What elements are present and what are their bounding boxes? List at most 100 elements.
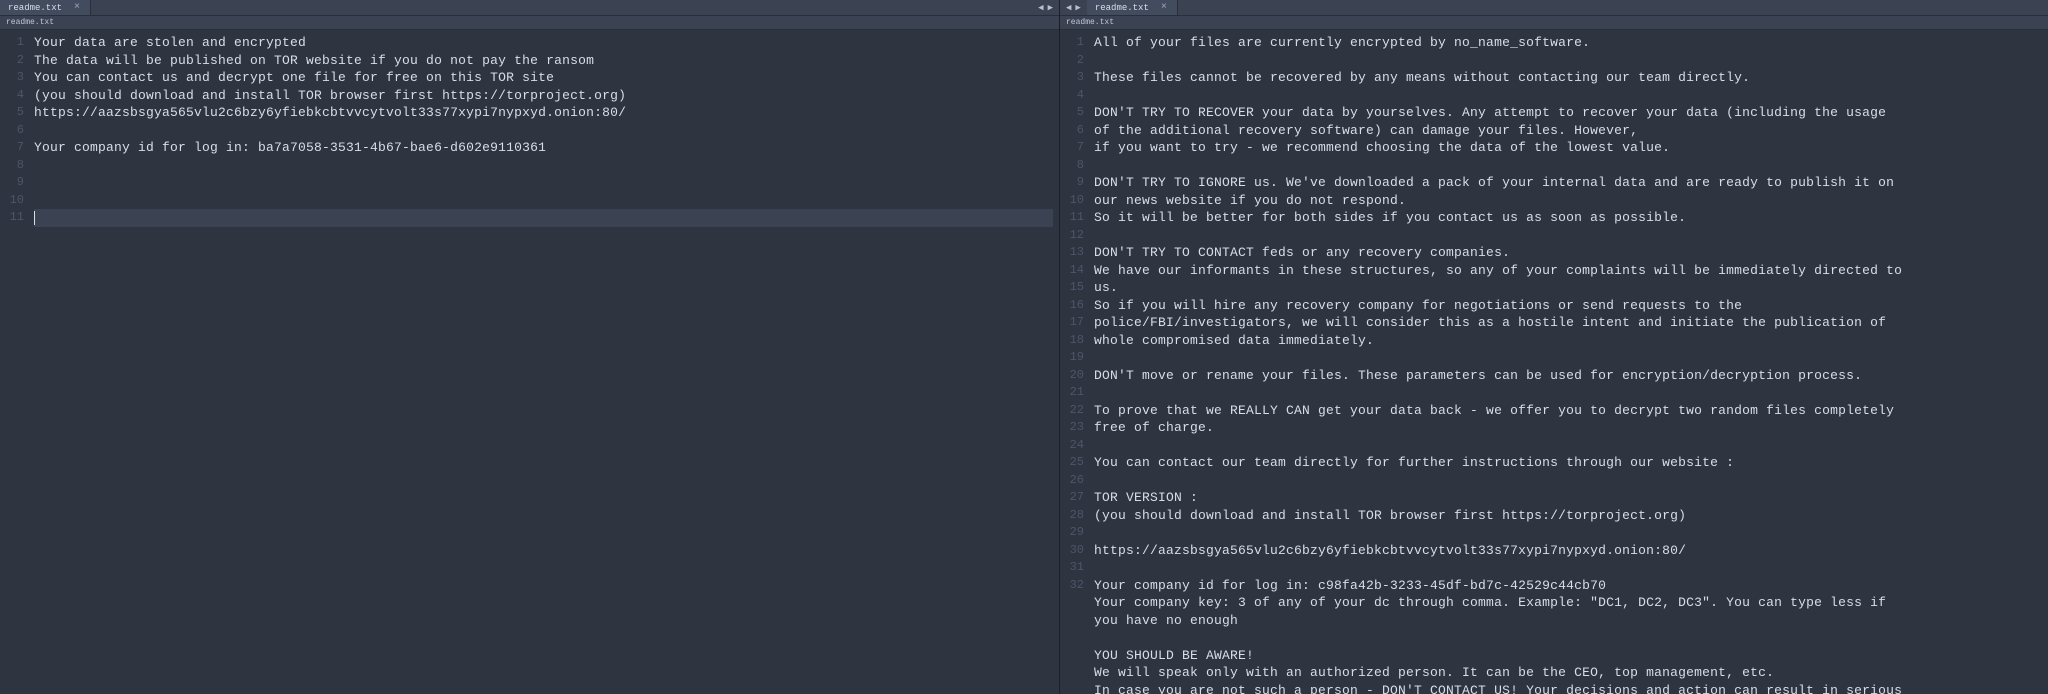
code-right[interactable]: All of your files are currently encrypte… <box>1090 30 2048 694</box>
tab-nav-right-pre: ◀ ▶ <box>1060 0 1087 15</box>
code-line: police/FBI/investigators, we will consid… <box>1094 314 2042 332</box>
line-number: 29 <box>1060 524 1084 542</box>
line-number: 11 <box>1060 209 1084 227</box>
file-path: readme.txt <box>1066 18 1114 27</box>
code-line: DON'T TRY TO RECOVER your data by yourse… <box>1094 104 2042 122</box>
code-line <box>34 122 1053 140</box>
line-number: 9 <box>1060 174 1084 192</box>
code-line: TOR VERSION : <box>1094 489 2042 507</box>
code-line: All of your files are currently encrypte… <box>1094 34 2042 52</box>
line-number: 27 <box>1060 489 1084 507</box>
code-line: You can contact us and decrypt one file … <box>34 69 1053 87</box>
fwd-icon[interactable]: ▶ <box>1073 3 1082 13</box>
line-number: 17 <box>1060 314 1084 332</box>
tab-right[interactable]: readme.txt × <box>1087 0 1178 15</box>
line-number: 10 <box>0 192 24 210</box>
line-number: 21 <box>1060 384 1084 402</box>
code-line: DON'T TRY TO CONTACT feds or any recover… <box>1094 244 2042 262</box>
file-path: readme.txt <box>6 18 54 27</box>
line-number: 24 <box>1060 437 1084 455</box>
line-number: 2 <box>0 52 24 70</box>
code-line <box>1094 349 2042 367</box>
code-line: To prove that we REALLY CAN get your dat… <box>1094 402 2042 420</box>
line-number: 10 <box>1060 192 1084 210</box>
line-number: 7 <box>1060 139 1084 157</box>
line-number: 2 <box>1060 52 1084 70</box>
tab-left[interactable]: readme.txt × <box>0 0 91 15</box>
code-line <box>1094 52 2042 70</box>
back-icon[interactable]: ◀ <box>1036 3 1045 13</box>
back-icon[interactable]: ◀ <box>1064 3 1073 13</box>
code-line: free of charge. <box>1094 419 2042 437</box>
line-number: 30 <box>1060 542 1084 560</box>
line-number: 3 <box>0 69 24 87</box>
tab-title: readme.txt <box>8 3 62 13</box>
line-number: 8 <box>1060 157 1084 175</box>
code-line: In case you are not such a person - DON'… <box>1094 682 2042 694</box>
filewell-left: readme.txt <box>0 16 1059 30</box>
tab-title: readme.txt <box>1095 3 1149 13</box>
code-line: YOU SHOULD BE AWARE! <box>1094 647 2042 665</box>
editor-right[interactable]: 1234567891011121314151617181920212223242… <box>1060 30 2048 694</box>
code-line: (you should download and install TOR bro… <box>1094 507 2042 525</box>
code-line <box>1094 384 2042 402</box>
code-left[interactable]: Your data are stolen and encryptedThe da… <box>30 30 1059 694</box>
code-line: DON'T TRY TO IGNORE us. We've downloaded… <box>1094 174 2042 192</box>
close-icon[interactable]: × <box>1161 2 1167 13</box>
code-line: Your company key: 3 of any of your dc th… <box>1094 594 2042 612</box>
tabbar-right: ◀ ▶ readme.txt × <box>1060 0 2048 16</box>
code-line: us. <box>1094 279 2042 297</box>
fwd-icon[interactable]: ▶ <box>1046 3 1055 13</box>
line-number: 4 <box>1060 87 1084 105</box>
code-line: Your company id for log in: ba7a7058-353… <box>34 139 1053 157</box>
line-number: 18 <box>1060 332 1084 350</box>
code-line <box>1094 227 2042 245</box>
line-number: 8 <box>0 157 24 175</box>
code-line: Your company id for log in: c98fa42b-323… <box>1094 577 2042 595</box>
line-number: 19 <box>1060 349 1084 367</box>
code-line: https://aazsbsgya565vlu2c6bzy6yfiebkcbtv… <box>34 104 1053 122</box>
code-line <box>1094 87 2042 105</box>
line-number: 1 <box>1060 34 1084 52</box>
tab-nav-left: ◀ ▶ <box>1032 0 1059 15</box>
code-line <box>34 174 1053 192</box>
code-line: We will speak only with an authorized pe… <box>1094 664 2042 682</box>
code-line: you have no enough <box>1094 612 2042 630</box>
line-number: 7 <box>0 139 24 157</box>
code-line: So it will be better for both sides if y… <box>1094 209 2042 227</box>
line-number: 15 <box>1060 279 1084 297</box>
line-number: 4 <box>0 87 24 105</box>
filewell-right: readme.txt <box>1060 16 2048 30</box>
code-line <box>1094 559 2042 577</box>
line-number: 12 <box>1060 227 1084 245</box>
code-line <box>1094 524 2042 542</box>
line-number: 26 <box>1060 472 1084 490</box>
code-line: These files cannot be recovered by any m… <box>1094 69 2042 87</box>
line-number: 31 <box>1060 559 1084 577</box>
code-line: (you should download and install TOR bro… <box>34 87 1053 105</box>
line-number: 25 <box>1060 454 1084 472</box>
line-number: 23 <box>1060 419 1084 437</box>
line-number: 1 <box>0 34 24 52</box>
code-line: You can contact our team directly for fu… <box>1094 454 2042 472</box>
code-line: So if you will hire any recovery company… <box>1094 297 2042 315</box>
line-number: 16 <box>1060 297 1084 315</box>
close-icon[interactable]: × <box>74 2 80 13</box>
line-number: 20 <box>1060 367 1084 385</box>
code-line: Your data are stolen and encrypted <box>34 34 1053 52</box>
code-line <box>1094 629 2042 647</box>
line-number: 6 <box>0 122 24 140</box>
line-number: 5 <box>0 104 24 122</box>
code-line: https://aazsbsgya565vlu2c6bzy6yfiebkcbtv… <box>1094 542 2042 560</box>
code-line <box>34 157 1053 175</box>
line-number: 3 <box>1060 69 1084 87</box>
code-line: our news website if you do not respond. <box>1094 192 2042 210</box>
line-number: 32 <box>1060 577 1084 595</box>
editor-left[interactable]: 1234567891011 Your data are stolen and e… <box>0 30 1059 694</box>
code-line <box>1094 472 2042 490</box>
code-line: DON'T move or rename your files. These p… <box>1094 367 2042 385</box>
line-number: 5 <box>1060 104 1084 122</box>
code-line: of the additional recovery software) can… <box>1094 122 2042 140</box>
tabbar-left: readme.txt × ◀ ▶ <box>0 0 1059 16</box>
pane-right: ◀ ▶ readme.txt × readme.txt 123456789101… <box>1060 0 2048 694</box>
